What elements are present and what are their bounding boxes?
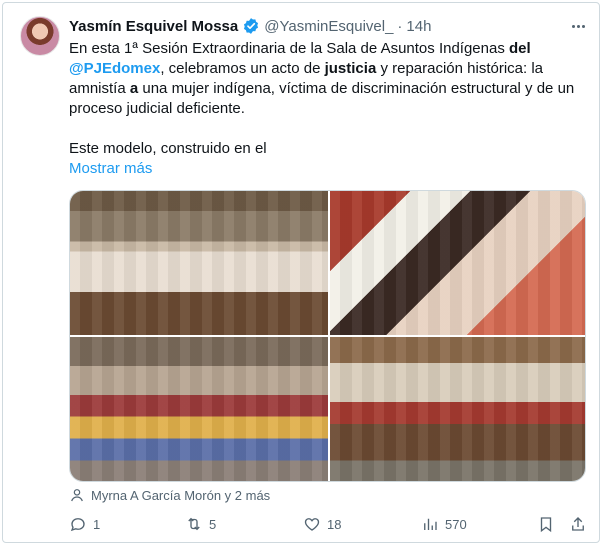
action-bar: 1 5 18 570 (69, 513, 589, 535)
person-tag-icon (71, 489, 83, 502)
photo-1[interactable] (70, 191, 328, 335)
text-bold: del (509, 40, 531, 57)
repost-count: 5 (209, 516, 217, 532)
show-more-link[interactable]: Mostrar más (69, 160, 152, 177)
repost-button[interactable]: 5 (185, 513, 216, 535)
photo-4[interactable] (330, 337, 585, 481)
mention-link[interactable]: @PJEdomex (69, 60, 160, 77)
text-bold: a (129, 80, 139, 97)
bookmark-icon (540, 517, 552, 533)
text-part: En esta 1ª Sesión Extraordinaria de la S… (69, 40, 510, 57)
photo-2[interactable] (330, 191, 585, 335)
timestamp[interactable]: 14h (406, 18, 431, 35)
avatar[interactable] (20, 16, 60, 56)
verified-badge-icon (244, 18, 259, 34)
tagged-text[interactable]: Myrna A García Morón y 2 más (91, 488, 270, 503)
tweet-text: En esta 1ª Sesión Extraordinaria de la S… (69, 39, 584, 179)
photo-3[interactable] (70, 337, 328, 481)
photo-grid (69, 190, 586, 482)
like-button[interactable]: 18 (303, 513, 341, 535)
tweet-card[interactable]: Yasmín Esquivel Mossa @YasminEsquivel_ ·… (2, 2, 600, 543)
bookmark-button[interactable] (537, 513, 555, 535)
reply-button[interactable]: 1 (69, 513, 100, 535)
repost-icon (188, 517, 200, 531)
more-horizontal-icon[interactable] (567, 16, 589, 36)
like-count: 18 (327, 516, 342, 532)
text-paragraph-2: Este modelo, construido en el (69, 140, 267, 157)
views-button[interactable]: 570 (421, 513, 467, 535)
reply-icon (70, 518, 85, 532)
author-handle[interactable]: @YasminEsquivel_ (264, 18, 393, 35)
author-name[interactable]: Yasmín Esquivel Mossa (69, 18, 238, 35)
separator-dot: · (397, 17, 403, 35)
views-chart-icon (424, 518, 437, 530)
share-icon (572, 517, 584, 531)
share-button[interactable] (569, 513, 587, 535)
tagged-people[interactable]: Myrna A García Morón y 2 más (69, 487, 270, 503)
heart-icon (304, 518, 320, 531)
tweet-header: Yasmín Esquivel Mossa @YasminEsquivel_ ·… (69, 16, 431, 36)
reply-count: 1 (93, 516, 101, 532)
text-part: , celebramos un acto de (160, 60, 325, 77)
views-count: 570 (445, 516, 467, 532)
text-bold: justicia (324, 60, 377, 77)
text-part: una mujer indígena, víctima de discrimin… (69, 80, 575, 117)
